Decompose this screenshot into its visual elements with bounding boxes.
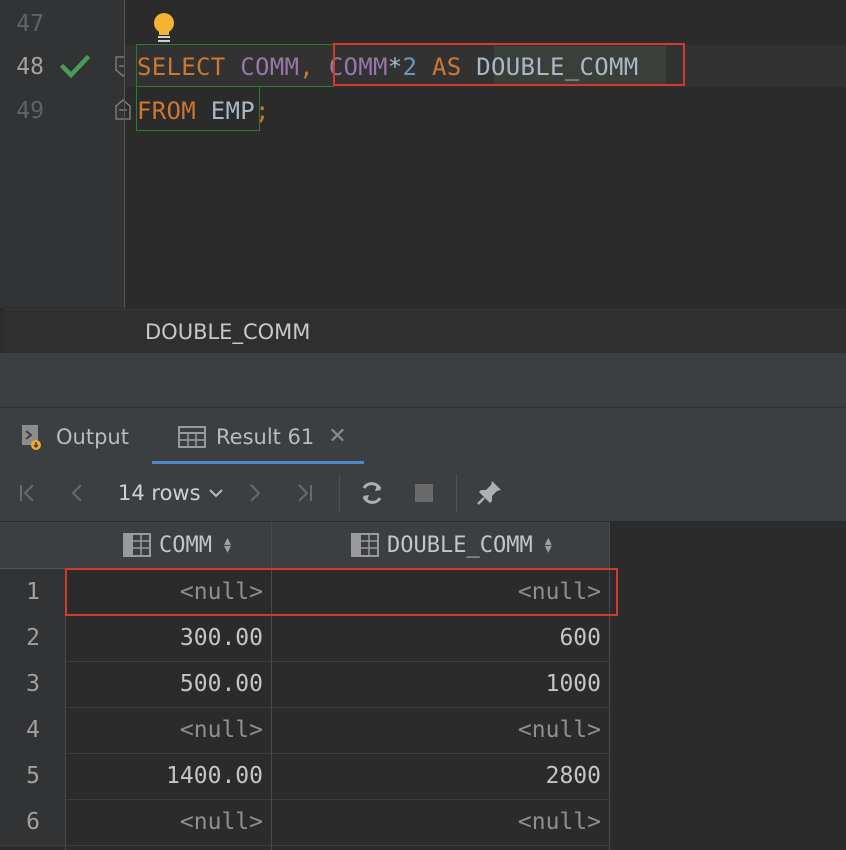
tab-output-label: Output (56, 424, 129, 449)
tab-result[interactable]: Result 61 ✕ (152, 408, 373, 465)
annotation-highlight-box (65, 568, 618, 616)
cell-double-comm[interactable]: 2800 (272, 753, 601, 799)
cell-comm[interactable]: <null> (66, 799, 263, 845)
column-icon (351, 533, 379, 557)
table-row[interactable]: 4 <null> <null> (0, 707, 609, 754)
cell-comm[interactable]: <null> (66, 707, 263, 753)
output-console-icon (22, 424, 41, 450)
cell-double-comm[interactable]: <null> (272, 799, 601, 845)
pin-icon (477, 480, 501, 505)
last-page-icon (298, 483, 312, 502)
column-header-double-comm[interactable]: DOUBLE_COMM ▴ ▾ (351, 522, 552, 568)
editor-gutter[interactable]: 47 48 49 (0, 0, 131, 308)
panel-divider[interactable] (0, 353, 846, 407)
chevron-right-icon (250, 483, 261, 502)
cell-double-comm[interactable]: <null> (272, 707, 601, 753)
fold-end-icon[interactable] (114, 98, 132, 120)
previous-page-button[interactable] (62, 464, 94, 521)
tab-result-label: Result 61 (216, 424, 315, 449)
cell-double-comm[interactable]: 1000 (272, 661, 601, 707)
sort-icon[interactable]: ▴ ▾ (224, 534, 231, 556)
line-number-current: 48 (16, 54, 44, 80)
stop-button[interactable] (408, 464, 440, 521)
close-tab-icon[interactable]: ✕ (328, 424, 346, 449)
refresh-icon (362, 481, 382, 504)
intention-bulb-icon[interactable] (150, 12, 178, 44)
chevron-left-icon (71, 483, 82, 502)
result-grid[interactable]: COMM ▴ ▾ DOUBLE_COMM ▴ ▾ 1 <null> <null> 2… (0, 522, 846, 850)
line-number: 47 (16, 11, 44, 37)
row-number: 1 (0, 569, 66, 615)
rows-count-label: 14 rows (118, 480, 201, 505)
row-number: 4 (0, 707, 66, 753)
table-row[interactable]: 2 300.00 600 (0, 615, 609, 662)
statement-boundary-box (136, 87, 260, 131)
row-number: 5 (0, 753, 66, 799)
execution-success-check-icon (60, 54, 90, 79)
header-corner (0, 522, 66, 568)
cell-comm[interactable]: 300.00 (66, 615, 263, 661)
next-page-button[interactable] (238, 464, 270, 521)
column-header-label: DOUBLE_COMM (387, 532, 533, 558)
tab-output[interactable]: Output (20, 408, 129, 465)
tool-window-tabs: Output Result 61 ✕ (0, 407, 846, 465)
grid-header: COMM ▴ ▾ DOUBLE_COMM ▴ ▾ (0, 522, 609, 569)
line-number: 49 (16, 98, 44, 124)
statement-boundary-box (136, 44, 334, 87)
row-number: 6 (0, 799, 66, 845)
table-row[interactable]: 5 1400.00 2800 (0, 753, 609, 800)
column-icon (123, 533, 151, 557)
table-row[interactable]: 3 500.00 1000 (0, 661, 609, 708)
first-page-icon (20, 483, 34, 502)
toolbar-separator (456, 474, 457, 512)
sort-icon[interactable]: ▴ ▾ (545, 534, 552, 556)
stop-icon (415, 483, 433, 502)
row-number: 3 (0, 661, 66, 707)
column-header-comm[interactable]: COMM ▴ ▾ (123, 522, 231, 568)
sql-editor[interactable]: 47 48 49 SELECT COMM, COMM*2 AS DOUBLE_C… (0, 0, 846, 308)
column-header-label: COMM (159, 532, 212, 558)
chevron-down-icon (208, 488, 223, 497)
cell-double-comm[interactable]: 600 (272, 615, 601, 661)
cell-comm[interactable]: 500.00 (66, 661, 263, 707)
rows-count-dropdown[interactable]: 14 rows (118, 464, 225, 521)
first-page-button[interactable] (12, 464, 44, 521)
breadcrumb-item[interactable]: DOUBLE_COMM (145, 320, 310, 344)
pin-tab-button[interactable] (472, 464, 506, 521)
last-page-button[interactable] (288, 464, 320, 521)
table-grid-icon (178, 425, 206, 448)
toolbar-separator (339, 474, 340, 512)
breadcrumb[interactable]: DOUBLE_COMM (4, 309, 846, 354)
row-number: 2 (0, 615, 66, 661)
result-toolbar: 14 rows (0, 464, 846, 522)
cell-comm[interactable]: 1400.00 (66, 753, 263, 799)
table-row[interactable]: 6 <null> <null> (0, 799, 609, 846)
annotation-highlight-box (333, 43, 685, 86)
refresh-button[interactable] (355, 464, 389, 521)
